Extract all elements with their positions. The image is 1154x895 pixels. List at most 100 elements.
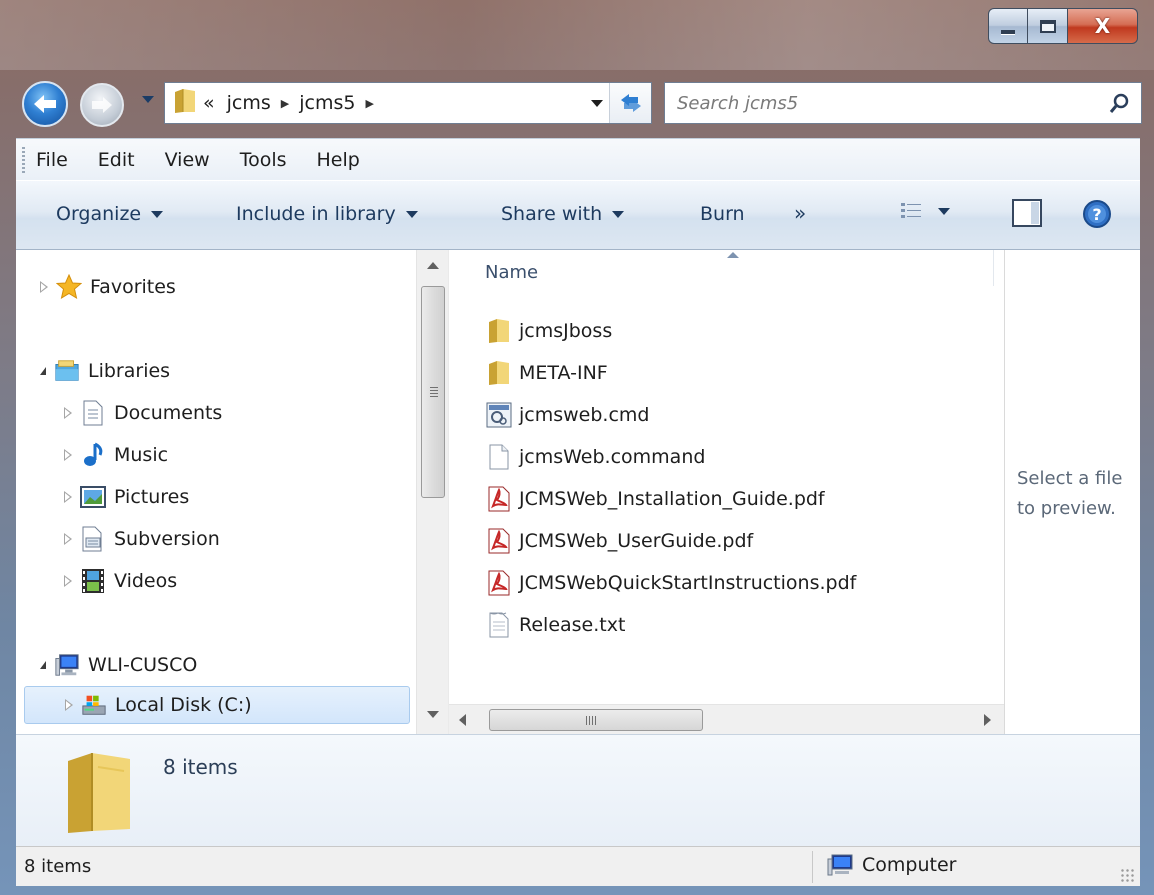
refresh-button[interactable] (609, 83, 651, 123)
nav-item-music[interactable]: Music (64, 436, 168, 474)
pdf-file-icon (485, 527, 513, 555)
nav-item-videos[interactable]: Videos (64, 562, 177, 600)
caption-buttons: X (988, 8, 1138, 44)
expand-icon[interactable] (64, 449, 72, 461)
star-icon (56, 274, 82, 300)
include-in-library-button[interactable]: Include in library (236, 203, 418, 225)
nav-label-computer: WLI-CUSCO (88, 654, 198, 676)
forward-button[interactable] (80, 83, 124, 127)
toolbar-grip[interactable] (22, 147, 25, 173)
close-icon: X (1094, 14, 1111, 38)
computer-icon (827, 854, 853, 876)
breadcrumb-overflow[interactable]: « (197, 83, 221, 123)
burn-label: Burn (700, 203, 745, 225)
chevron-down-icon (405, 210, 418, 218)
explorer-window: X « jcms ▶ jcms5 ▶ Search jcms5 File Edi… (0, 0, 1154, 895)
scroll-down-icon[interactable] (427, 711, 439, 718)
collapse-icon[interactable] (40, 367, 46, 375)
pdf-file-icon (485, 569, 513, 597)
libraries-icon (54, 358, 80, 384)
nav-item-subversion[interactable]: Subversion (64, 520, 220, 558)
cmd-file-icon (485, 401, 513, 429)
scroll-right-icon[interactable] (984, 714, 991, 726)
view-options-button[interactable] (900, 201, 950, 221)
resize-grip[interactable] (1120, 868, 1134, 882)
scrollbar-thumb[interactable] (421, 286, 445, 498)
close-button[interactable]: X (1068, 8, 1138, 44)
search-icon[interactable] (1109, 92, 1131, 114)
menu-view[interactable]: View (165, 149, 210, 171)
scrollbar-grip (430, 387, 438, 397)
search-input[interactable] (677, 92, 1077, 114)
command-bar: Organize Include in library Share with B… (16, 180, 1140, 250)
nav-item-local-disk[interactable]: Local Disk (C:) (24, 686, 410, 724)
help-icon: ? (1083, 200, 1111, 228)
file-row[interactable]: JCMSWebQuickStartInstructions.pdf (485, 564, 856, 602)
file-name: META-INF (519, 362, 608, 384)
nav-label-videos: Videos (114, 570, 178, 592)
file-row[interactable]: jcmsJboss (485, 312, 612, 350)
back-button[interactable] (22, 81, 68, 127)
menu-help[interactable]: Help (317, 149, 360, 171)
nav-item-computer[interactable]: WLI-CUSCO (40, 646, 197, 684)
maximize-button[interactable] (1028, 8, 1068, 44)
folder-icon (173, 88, 197, 119)
file-row[interactable]: JCMSWeb_Installation_Guide.pdf (485, 480, 825, 518)
content-area: Favorites Libraries Documents Music Pict… (16, 250, 1140, 734)
include-in-library-label: Include in library (236, 203, 396, 225)
file-row[interactable]: jcmsWeb.command (485, 438, 705, 476)
scroll-left-icon[interactable] (459, 714, 466, 726)
menu-file[interactable]: File (36, 149, 68, 171)
burn-button[interactable]: Burn (700, 203, 745, 225)
preview-pane-button[interactable] (1012, 199, 1042, 227)
file-row[interactable]: jcmsweb.cmd (485, 396, 649, 434)
folder-icon (485, 317, 513, 345)
expand-icon[interactable] (64, 491, 72, 503)
file-name: JCMSWebQuickStartInstructions.pdf (519, 572, 857, 594)
status-divider (812, 851, 813, 883)
expand-icon[interactable] (64, 575, 72, 587)
local-disk-icon (81, 692, 107, 718)
recent-pages-dropdown[interactable] (142, 96, 154, 103)
file-row[interactable]: JCMSWeb_UserGuide.pdf (485, 522, 753, 560)
text-file-icon (485, 611, 513, 639)
breadcrumb-chevron-icon[interactable]: ▶ (361, 97, 377, 110)
nav-item-favorites[interactable]: Favorites (40, 268, 176, 306)
collapse-icon[interactable] (40, 661, 46, 669)
more-commands-button[interactable]: » (794, 201, 806, 225)
nav-item-documents[interactable]: Documents (64, 394, 222, 432)
subversion-library-icon (80, 526, 106, 552)
forward-arrow-icon (92, 97, 112, 113)
status-location-label: Computer (862, 854, 957, 876)
breadcrumb-jcms[interactable]: jcms (221, 83, 277, 123)
menu-edit[interactable]: Edit (98, 149, 135, 171)
address-bar[interactable]: « jcms ▶ jcms5 ▶ (164, 82, 652, 124)
scrollbar-thumb[interactable] (489, 709, 703, 731)
breadcrumb-chevron-icon[interactable]: ▶ (277, 97, 293, 110)
status-location: Computer (826, 853, 956, 877)
navigation-pane-scrollbar[interactable] (416, 250, 448, 734)
column-header-name[interactable]: Name (485, 262, 538, 283)
nav-item-pictures[interactable]: Pictures (64, 478, 189, 516)
file-row[interactable]: Release.txt (485, 606, 625, 644)
maximize-icon (1039, 19, 1056, 33)
help-button[interactable]: ? (1082, 199, 1112, 229)
file-name: jcmsJboss (519, 320, 613, 342)
file-row[interactable]: META-INF (485, 354, 608, 392)
scroll-up-icon[interactable] (427, 262, 439, 269)
nav-item-libraries[interactable]: Libraries (40, 352, 170, 390)
expand-icon[interactable] (64, 407, 72, 419)
file-list-horizontal-scrollbar[interactable] (449, 704, 1005, 734)
column-divider[interactable] (993, 250, 994, 286)
search-box[interactable] (664, 82, 1142, 124)
address-dropdown-icon[interactable] (591, 100, 603, 107)
expand-icon[interactable] (40, 281, 48, 293)
menu-tools[interactable]: Tools (240, 149, 287, 171)
minimize-button[interactable] (988, 8, 1028, 44)
expand-icon[interactable] (65, 699, 73, 711)
expand-icon[interactable] (64, 533, 72, 545)
organize-button[interactable]: Organize (56, 203, 164, 225)
share-with-button[interactable]: Share with (501, 203, 625, 225)
nav-label-libraries: Libraries (88, 360, 171, 382)
breadcrumb-jcms5[interactable]: jcms5 (293, 83, 361, 123)
